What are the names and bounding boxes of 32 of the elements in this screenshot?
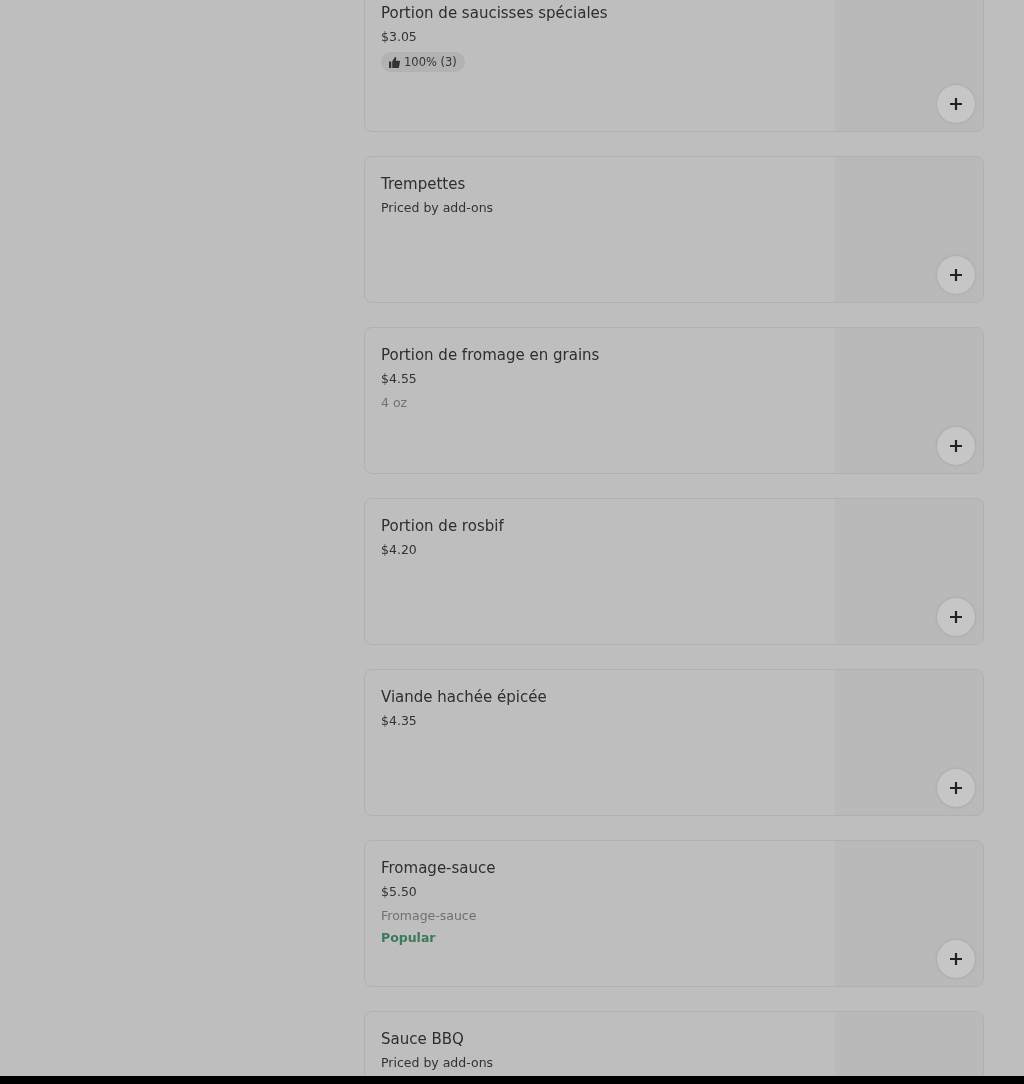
item-name: Portion de fromage en grains <box>381 345 600 365</box>
item-price: $4.20 <box>381 541 417 559</box>
menu-item-card[interactable]: Trempettes Priced by add-ons <box>364 156 984 303</box>
item-name: Portion de rosbif <box>381 516 504 536</box>
item-name: Fromage-sauce <box>381 858 496 878</box>
item-name: Portion de saucisses spéciales <box>381 3 608 23</box>
item-price: $5.50 <box>381 883 417 901</box>
plus-icon <box>950 611 962 623</box>
menu-item-card[interactable]: Viande hachée épicée $4.35 <box>364 669 984 816</box>
item-price: Priced by add-ons <box>381 199 494 217</box>
item-price: $4.55 <box>381 370 417 388</box>
plus-icon <box>950 98 962 110</box>
item-price: $4.35 <box>381 712 417 730</box>
menu-item-card[interactable]: Portion de fromage en grains $4.55 4 oz <box>364 327 984 474</box>
menu-item-card[interactable]: Fromage-sauce $5.50 Fromage-sauce Popular <box>364 840 984 987</box>
item-description: Fromage-sauce <box>381 907 477 925</box>
item-price: $3.05 <box>381 28 417 46</box>
plus-icon <box>950 782 962 794</box>
item-price: Priced by add-ons <box>381 1054 494 1072</box>
plus-icon <box>950 953 962 965</box>
item-description: 4 oz <box>381 394 408 412</box>
item-name: Viande hachée épicée <box>381 687 547 707</box>
menu-item-card[interactable]: Sauce BBQ Priced by add-ons <box>364 1011 984 1076</box>
menu-item-card[interactable]: Portion de rosbif $4.20 <box>364 498 984 645</box>
popular-tag: Popular <box>381 929 436 947</box>
menu-item-card[interactable]: Portion de saucisses spéciales $3.05 100% (3) <box>364 0 984 132</box>
plus-icon <box>950 269 962 281</box>
thumbs-up-icon <box>389 56 400 68</box>
item-name: Sauce BBQ <box>381 1029 464 1049</box>
rating-text: 100% (3) <box>404 55 457 69</box>
plus-icon <box>950 440 962 452</box>
item-name: Trempettes <box>381 174 466 194</box>
